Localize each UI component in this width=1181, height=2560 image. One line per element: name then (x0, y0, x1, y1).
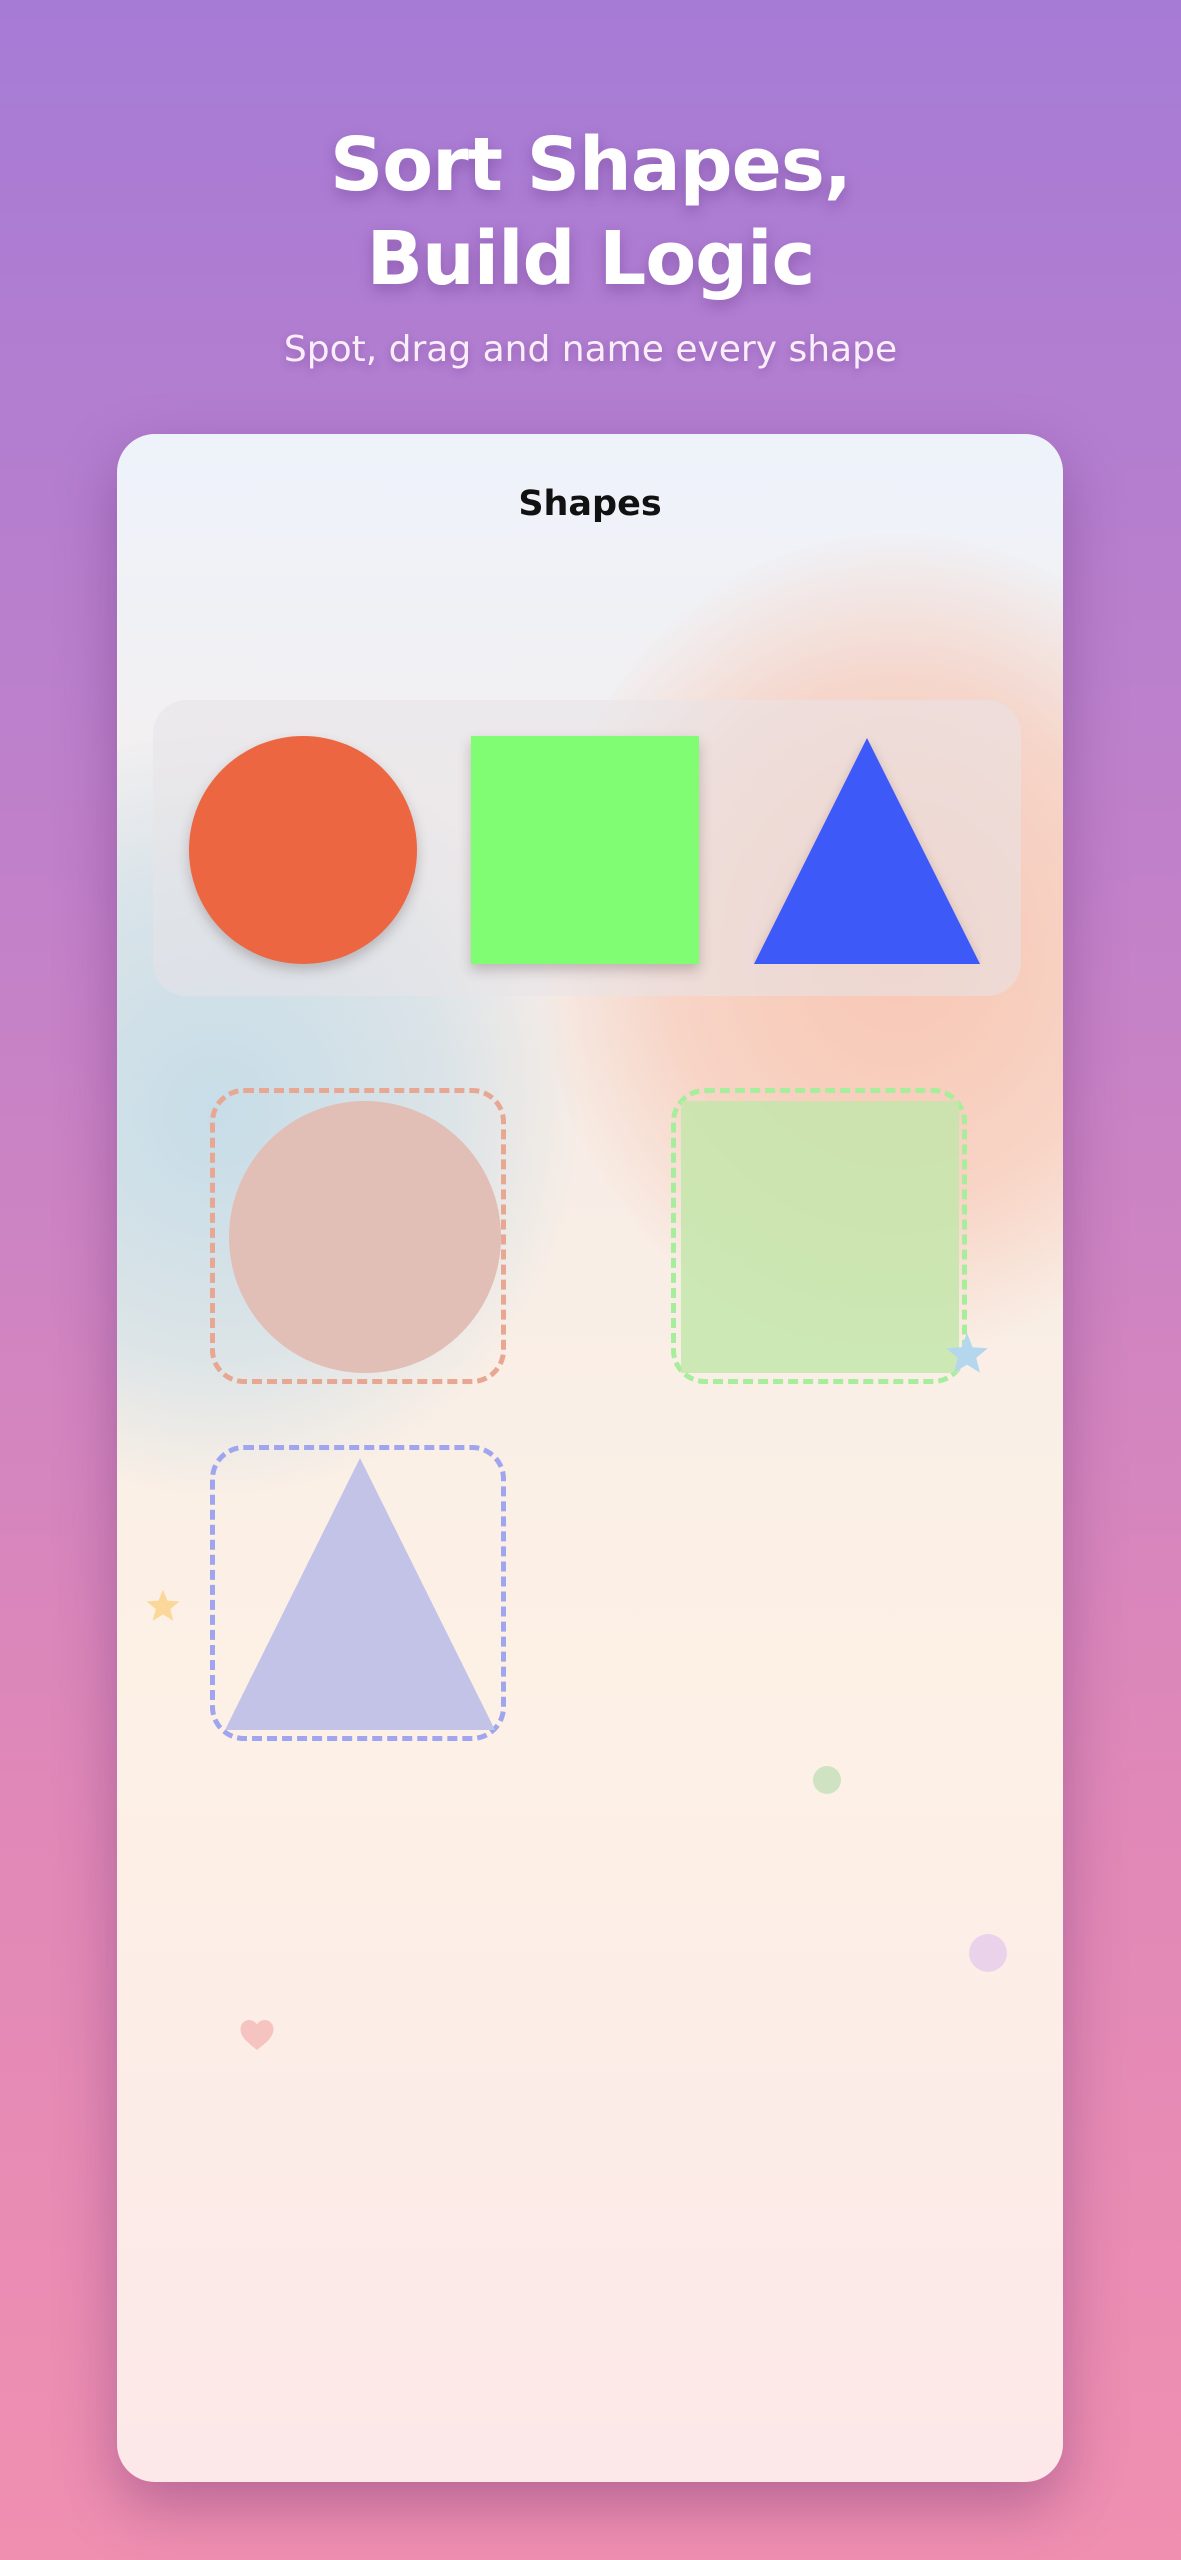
draggable-circle[interactable] (189, 736, 417, 964)
star-icon (146, 1589, 180, 1621)
subheadline: Spot, drag and name every shape (283, 329, 898, 370)
square-drop-zone[interactable] (671, 1088, 967, 1384)
card-title: Shapes (518, 484, 662, 524)
game-card: Shapes (117, 434, 1063, 2482)
decorative-dot (813, 1766, 841, 1794)
draggable-square[interactable] (471, 736, 699, 964)
triangle-drop-zone[interactable] (210, 1445, 506, 1741)
square-target-outline (681, 1101, 959, 1373)
circle-target-outline (229, 1101, 501, 1373)
triangle-target-outline (225, 1458, 495, 1730)
star-icon (946, 1333, 988, 1373)
shape-palette (153, 700, 1021, 996)
decorative-dot (969, 1934, 1007, 1972)
heart-icon (240, 2020, 274, 2050)
headline: Sort Shapes, Build Logic (330, 122, 852, 302)
circle-drop-zone[interactable] (210, 1088, 506, 1384)
draggable-triangle[interactable] (753, 736, 981, 964)
